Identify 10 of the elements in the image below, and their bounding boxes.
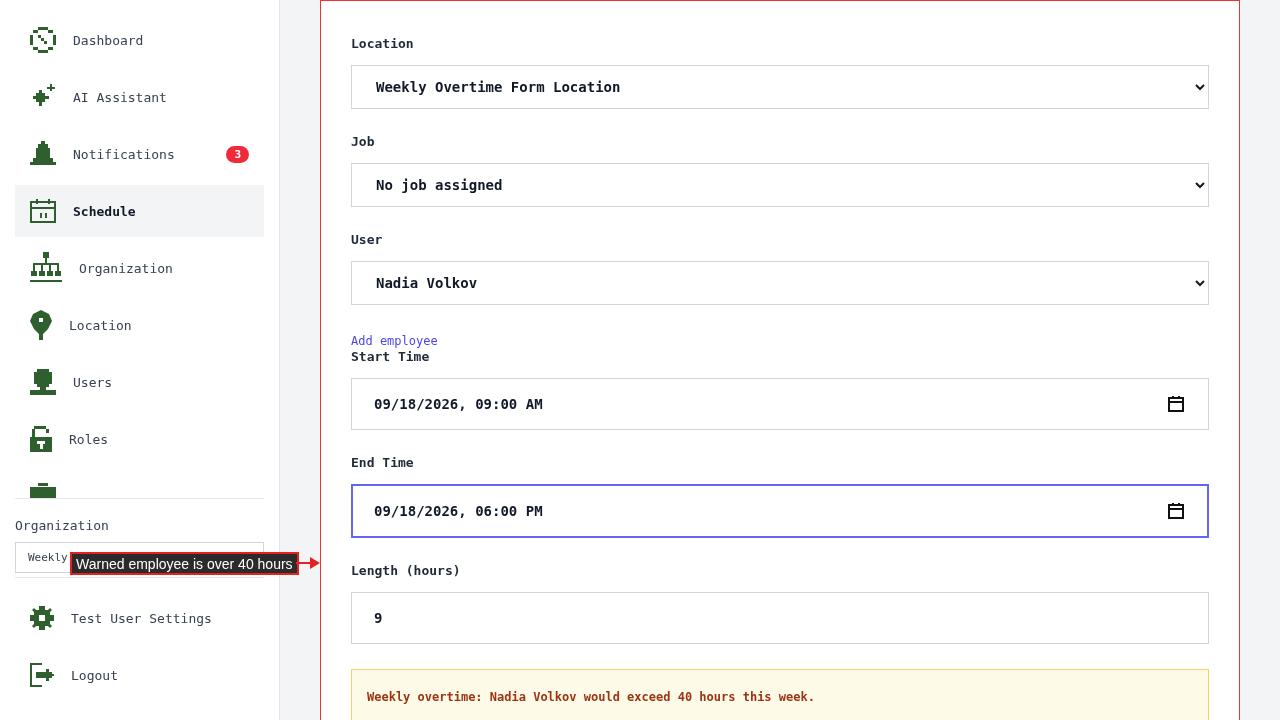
field-label: End Time bbox=[351, 455, 415, 471]
field-label: Location bbox=[351, 36, 415, 52]
overtime-warning: Weekly overtime: Nadia Volkov would exceed 40 hours this week. bbox=[351, 669, 1209, 720]
field-label: Start Time bbox=[351, 349, 431, 365]
field-label: Length (hours) bbox=[351, 563, 462, 579]
field-label: User bbox=[351, 232, 384, 248]
annotation-tooltip: Warned employee is over 40 hours bbox=[70, 552, 299, 575]
organization-label: Organization bbox=[15, 518, 110, 533]
notification-badge: 3 bbox=[226, 145, 249, 163]
field-label: Job bbox=[351, 134, 376, 150]
